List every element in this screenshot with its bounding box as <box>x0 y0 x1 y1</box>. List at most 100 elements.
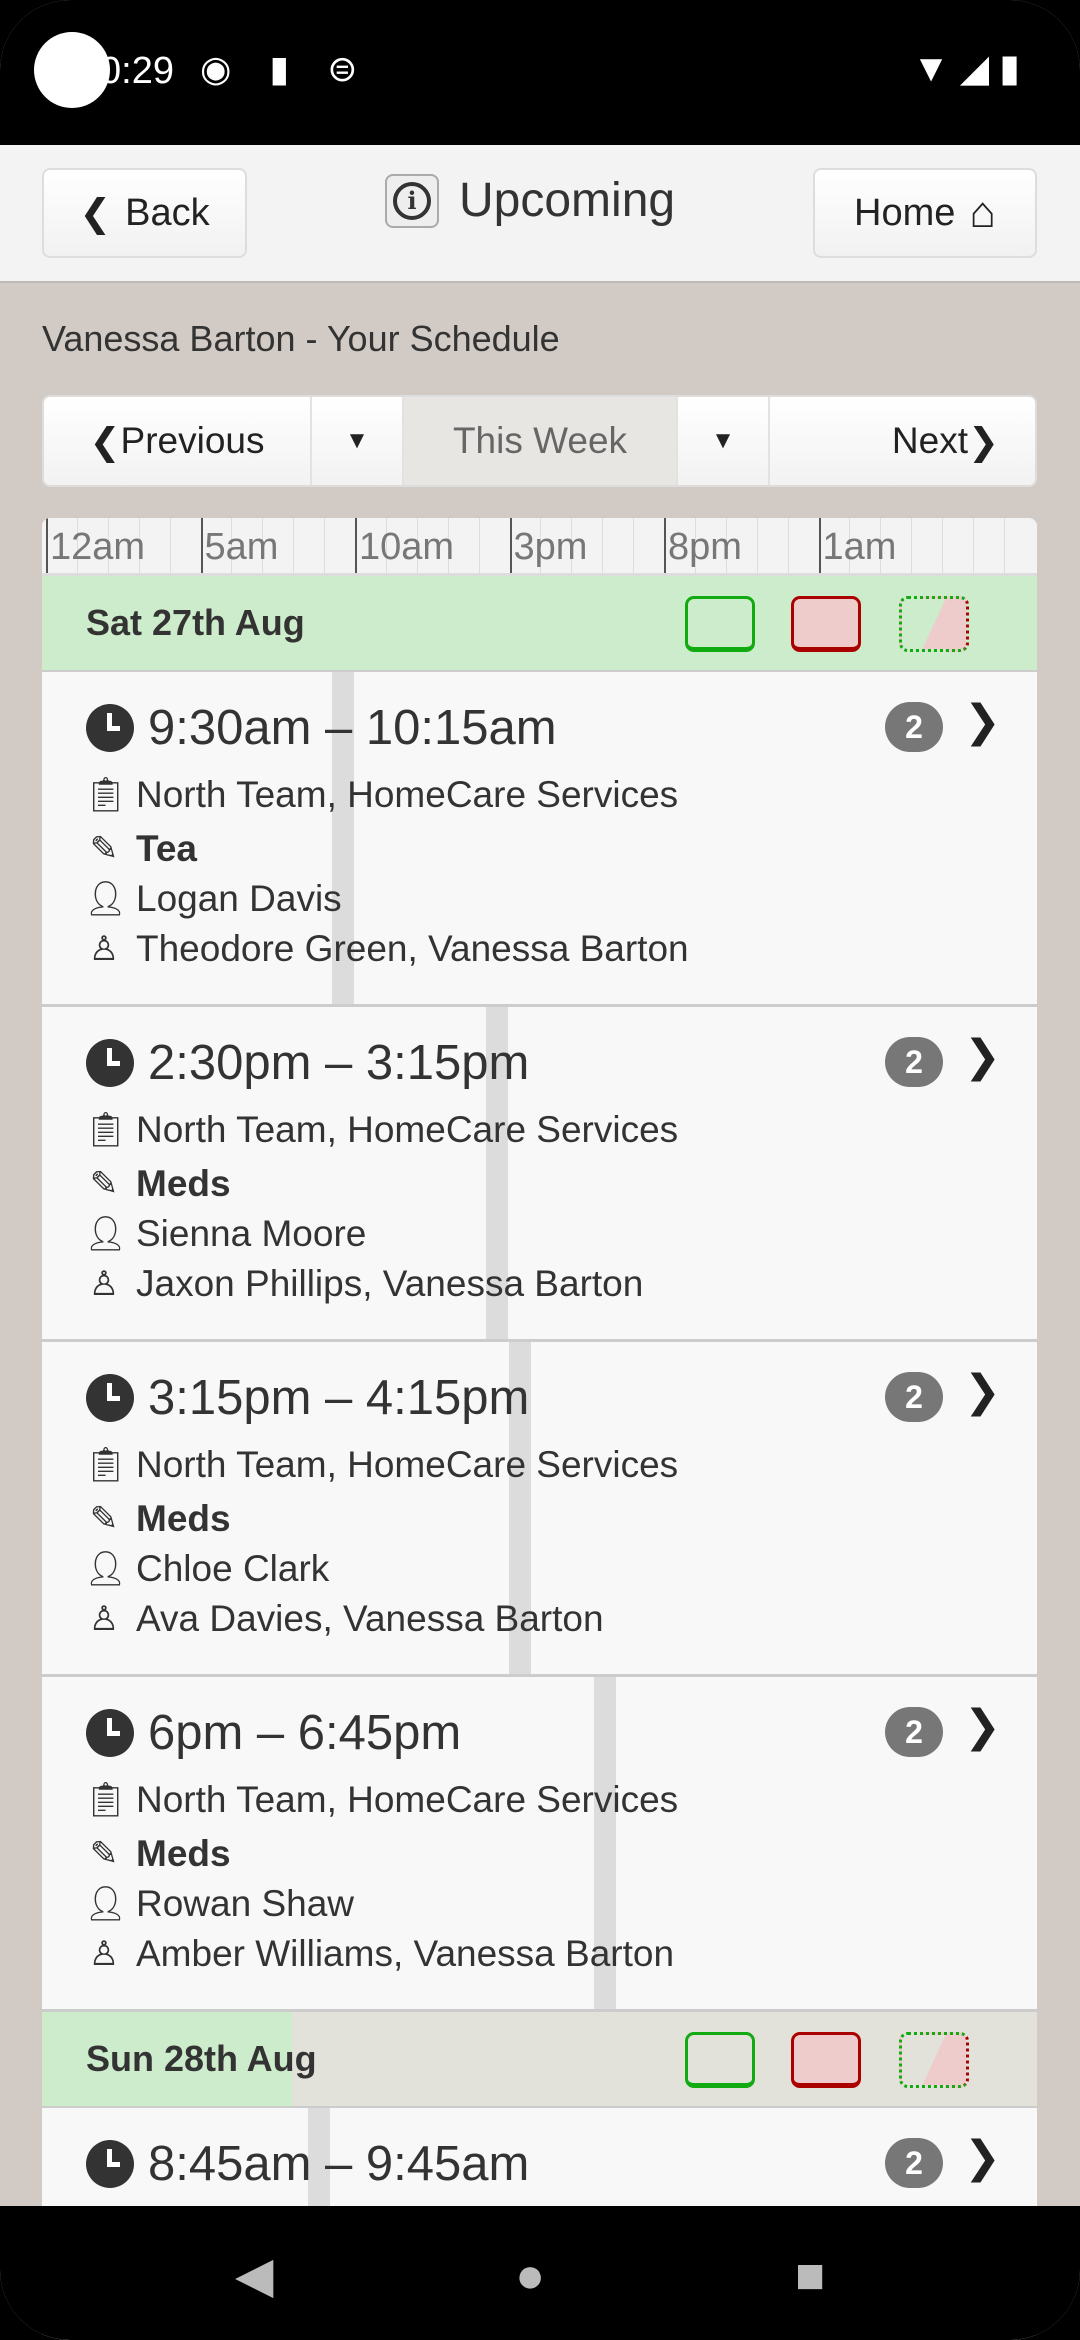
client-name: Sienna Moore <box>136 1213 367 1254</box>
user-outline-icon: ♙ <box>88 1600 120 1638</box>
this-week-button[interactable]: This Week <box>404 397 678 485</box>
task-text: Meds <box>136 1498 231 1539</box>
app-header: ❮ Back i Upcoming Home ⌂ <box>0 145 1080 283</box>
home-button[interactable]: Home ⌂ <box>813 168 1037 258</box>
pencil-icon: ✎ <box>89 1835 119 1873</box>
count-badge: 2 <box>885 1372 943 1422</box>
wifi-signal-battery-icons: ▼◢▮ <box>912 48 1030 90</box>
team-text: North Team, HomeCare Services <box>136 1779 679 1820</box>
carers-text: Amber Williams, Vanessa Barton <box>136 1933 675 1974</box>
screen: 0:29 ◉ ▮ ⊜ ▼◢▮ ❮ Back i Upcoming Home ⌂ … <box>0 0 1080 2340</box>
task-text: Meds <box>136 1163 231 1204</box>
appointment-card[interactable]: 3:15pm – 4:15pm 2 ❯ 📋︎ North Team, HomeCa… <box>42 1342 1037 1677</box>
legend-missed <box>791 2032 861 2088</box>
week-navigation: ❮ Previous ▼ This Week ▼ Next ❯ <box>42 395 1037 487</box>
home-icon: ⌂ <box>969 188 996 237</box>
next-dropdown[interactable]: ▼ <box>678 397 770 485</box>
title-text: Upcoming <box>459 174 676 227</box>
back-button[interactable]: ❮ Back <box>42 168 247 258</box>
previous-button[interactable]: ❮ Previous <box>44 397 312 485</box>
back-label: Back <box>125 191 210 234</box>
chevron-right-icon[interactable]: ❯ <box>964 1366 1001 1417</box>
pencil-icon: ✎ <box>89 1500 119 1538</box>
day-label: Sun 28th Aug <box>86 2038 317 2079</box>
carers-text: Ava Davies, Vanessa Barton <box>136 1598 604 1639</box>
caret-down-icon: ▼ <box>711 427 735 454</box>
chevron-right-icon[interactable]: ❯ <box>964 696 1001 747</box>
home-label: Home <box>854 191 956 234</box>
timeline-tick <box>756 518 758 573</box>
timeline-tick <box>942 518 944 573</box>
carers-text: Theodore Green, Vanessa Barton <box>136 928 689 969</box>
timeline-label: 12am <box>46 518 145 573</box>
count-badge: 2 <box>885 1037 943 1087</box>
previous-dropdown[interactable]: ▼ <box>312 397 404 485</box>
client-icon: 👤︎ <box>84 1885 128 1923</box>
previous-label: Previous <box>120 420 265 461</box>
legend-partial <box>899 596 969 652</box>
day-header: Sat 27th Aug <box>42 576 1037 672</box>
count-badge: 2 <box>885 2138 943 2188</box>
timeline-tick <box>973 518 974 573</box>
timeline-tick <box>1003 518 1005 573</box>
info-icon[interactable]: i <box>385 173 439 228</box>
timeline-label: 10am <box>355 518 454 573</box>
appointment-time: 9:30am – 10:15am <box>148 701 557 755</box>
timeline-tick <box>169 518 171 573</box>
client-icon: 👤︎ <box>84 1215 128 1253</box>
user-outline-icon: ♙ <box>88 1265 120 1303</box>
timeline-tick <box>787 518 789 573</box>
back-nav-icon[interactable]: ◀ <box>235 2246 273 2304</box>
team-text: North Team, HomeCare Services <box>136 774 679 815</box>
appointment-card[interactable]: 2:30pm – 3:15pm 2 ❯ 📋︎ North Team, HomeCa… <box>42 1007 1037 1342</box>
page-title: i Upcoming <box>385 173 675 228</box>
clipboard-icon: 📋︎ <box>84 1781 128 1819</box>
appointment-time: 8:45am – 9:45am <box>148 2137 530 2191</box>
chevron-left-icon: ❮ <box>89 420 121 462</box>
timeline-tick <box>293 518 295 573</box>
count-badge: 2 <box>885 702 943 752</box>
day-header: Sun 28th Aug <box>42 2012 1037 2108</box>
timeline-label: 5am <box>200 518 278 573</box>
timeline-tick <box>478 518 480 573</box>
timeline-tick <box>911 518 913 573</box>
user-outline-icon: ♙ <box>88 930 120 968</box>
clock-icon <box>86 1374 134 1422</box>
count-badge: 2 <box>885 1707 943 1757</box>
pencil-icon: ✎ <box>89 1165 119 1203</box>
chevron-right-icon[interactable]: ❯ <box>964 1701 1001 1752</box>
client-name: Rowan Shaw <box>136 1883 355 1924</box>
camera-cutout <box>34 32 110 108</box>
task-text: Meds <box>136 1833 231 1874</box>
legend-partial <box>899 2032 969 2088</box>
recents-nav-icon[interactable]: ■ <box>795 2246 825 2304</box>
user-outline-icon: ♙ <box>88 1935 120 1973</box>
chevron-right-icon[interactable]: ❯ <box>964 2132 1001 2183</box>
team-text: North Team, HomeCare Services <box>136 1444 679 1485</box>
clock-icon <box>86 1039 134 1087</box>
next-button[interactable]: Next ❯ <box>770 397 1035 485</box>
android-nav-bar: ◀ ● ■ <box>0 2206 1080 2340</box>
chevron-right-icon[interactable]: ❯ <box>964 1031 1001 1082</box>
team-text: North Team, HomeCare Services <box>136 1109 679 1150</box>
home-nav-icon[interactable]: ● <box>515 2246 545 2304</box>
pencil-icon: ✎ <box>89 830 119 868</box>
clock-time: 0:29 <box>100 50 174 92</box>
caret-down-icon: ▼ <box>345 427 369 454</box>
next-label: Next <box>891 420 968 461</box>
timeline-label: 1am <box>818 518 896 573</box>
legend-completed <box>685 596 755 652</box>
chevron-right-icon: ❯ <box>967 420 999 462</box>
clipboard-icon: 📋︎ <box>84 1446 128 1484</box>
timeline-tick <box>602 518 604 573</box>
appointment-card[interactable]: 6pm – 6:45pm 2 ❯ 📋︎ North Team, HomeCare … <box>42 1677 1037 2012</box>
task-text: Tea <box>136 828 198 869</box>
client-icon: 👤︎ <box>84 880 128 918</box>
clock-icon <box>86 1709 134 1757</box>
appointment-card[interactable]: 9:30am – 10:15am 2 ❯ 📋︎ North Team, HomeC… <box>42 672 1037 1007</box>
client-icon: 👤︎ <box>84 1550 128 1588</box>
client-name: Logan Davis <box>136 878 342 919</box>
status-bar: 0:29 ◉ ▮ ⊜ ▼◢▮ <box>0 0 1080 145</box>
clock-icon <box>86 2140 134 2188</box>
legend-completed <box>685 2032 755 2088</box>
